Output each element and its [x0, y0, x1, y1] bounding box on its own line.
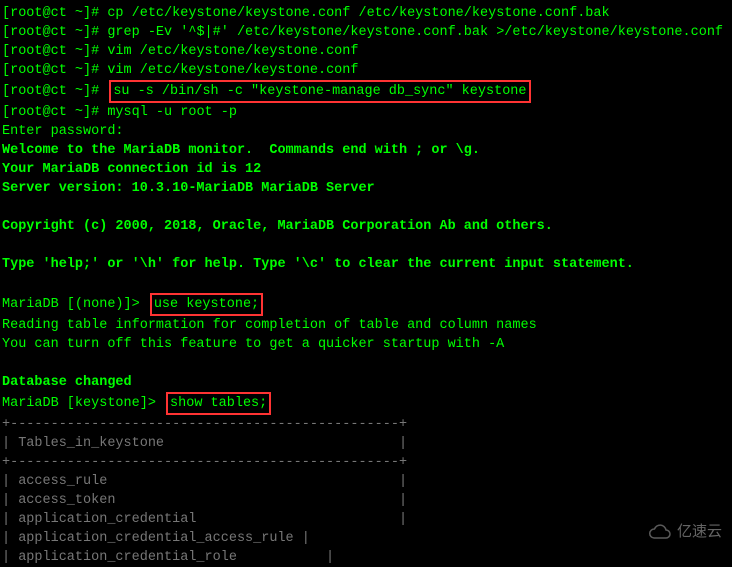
prompt: [root@ct ~]# — [2, 25, 107, 40]
table-row: | access_token | — [2, 491, 730, 510]
highlight-show-tables: show tables; — [166, 392, 271, 415]
table-row: | application_credential_access_rule | — [2, 529, 730, 548]
terminal-line: [root@ct ~]# mysql -u root -p — [2, 103, 730, 122]
output-turnoff: You can turn off this feature to get a q… — [2, 335, 730, 354]
terminal-line: [root@ct ~]# vim /etc/keystone/keystone.… — [2, 42, 730, 61]
terminal-line: MariaDB [(none)]> use keystone; — [2, 293, 730, 316]
output-server-version: Server version: 10.3.10-MariaDB MariaDB … — [2, 179, 730, 198]
watermark-text: 亿速云 — [677, 522, 722, 541]
terminal-line: [root@ct ~]# su -s /bin/sh -c "keystone-… — [2, 80, 730, 103]
prompt: [root@ct ~]# — [2, 6, 107, 21]
blank-line — [2, 274, 730, 293]
cmd-vim2: vim /etc/keystone/keystone.conf — [107, 63, 358, 78]
highlight-use-keystone: use keystone; — [150, 293, 263, 316]
cloud-icon — [647, 523, 673, 541]
table-header: | Tables_in_keystone | — [2, 434, 730, 453]
output-welcome: Welcome to the MariaDB monitor. Commands… — [2, 141, 730, 160]
highlight-su-command: su -s /bin/sh -c "keystone-manage db_syn… — [109, 80, 530, 103]
table-row: | application_credential | — [2, 510, 730, 529]
output-db-changed: Database changed — [2, 373, 730, 392]
prompt: [root@ct ~]# — [2, 84, 107, 99]
output-reading: Reading table information for completion… — [2, 316, 730, 335]
prompt: [root@ct ~]# — [2, 44, 107, 59]
prompt: [root@ct ~]# — [2, 105, 107, 120]
mariadb-keystone-prompt: MariaDB [keystone]> — [2, 396, 164, 411]
output-conn-id: Your MariaDB connection id is 12 — [2, 160, 730, 179]
blank-line — [2, 236, 730, 255]
terminal-line: [root@ct ~]# grep -Ev '^$|#' /etc/keysto… — [2, 23, 730, 42]
mariadb-none-prompt: MariaDB [(none)]> — [2, 297, 148, 312]
table-row: | application_credential_role | — [2, 548, 730, 567]
cmd-vim1: vim /etc/keystone/keystone.conf — [107, 44, 358, 59]
table-border: +---------------------------------------… — [2, 415, 730, 434]
terminal-line: MariaDB [keystone]> show tables; — [2, 392, 730, 415]
cmd-cp: cp /etc/keystone/keystone.conf /etc/keys… — [107, 6, 609, 21]
output-copyright: Copyright (c) 2000, 2018, Oracle, MariaD… — [2, 217, 730, 236]
watermark: 亿速云 — [647, 522, 722, 541]
table-border: +---------------------------------------… — [2, 453, 730, 472]
output-enter-password: Enter password: — [2, 122, 730, 141]
cmd-grep: grep -Ev '^$|#' /etc/keystone/keystone.c… — [107, 25, 723, 40]
terminal-line: [root@ct ~]# cp /etc/keystone/keystone.c… — [2, 4, 730, 23]
terminal-line: [root@ct ~]# vim /etc/keystone/keystone.… — [2, 61, 730, 80]
blank-line — [2, 354, 730, 373]
blank-line — [2, 198, 730, 217]
prompt: [root@ct ~]# — [2, 63, 107, 78]
output-help: Type 'help;' or '\h' for help. Type '\c'… — [2, 255, 730, 274]
table-row: | access_rule | — [2, 472, 730, 491]
cmd-mysql: mysql -u root -p — [107, 105, 237, 120]
